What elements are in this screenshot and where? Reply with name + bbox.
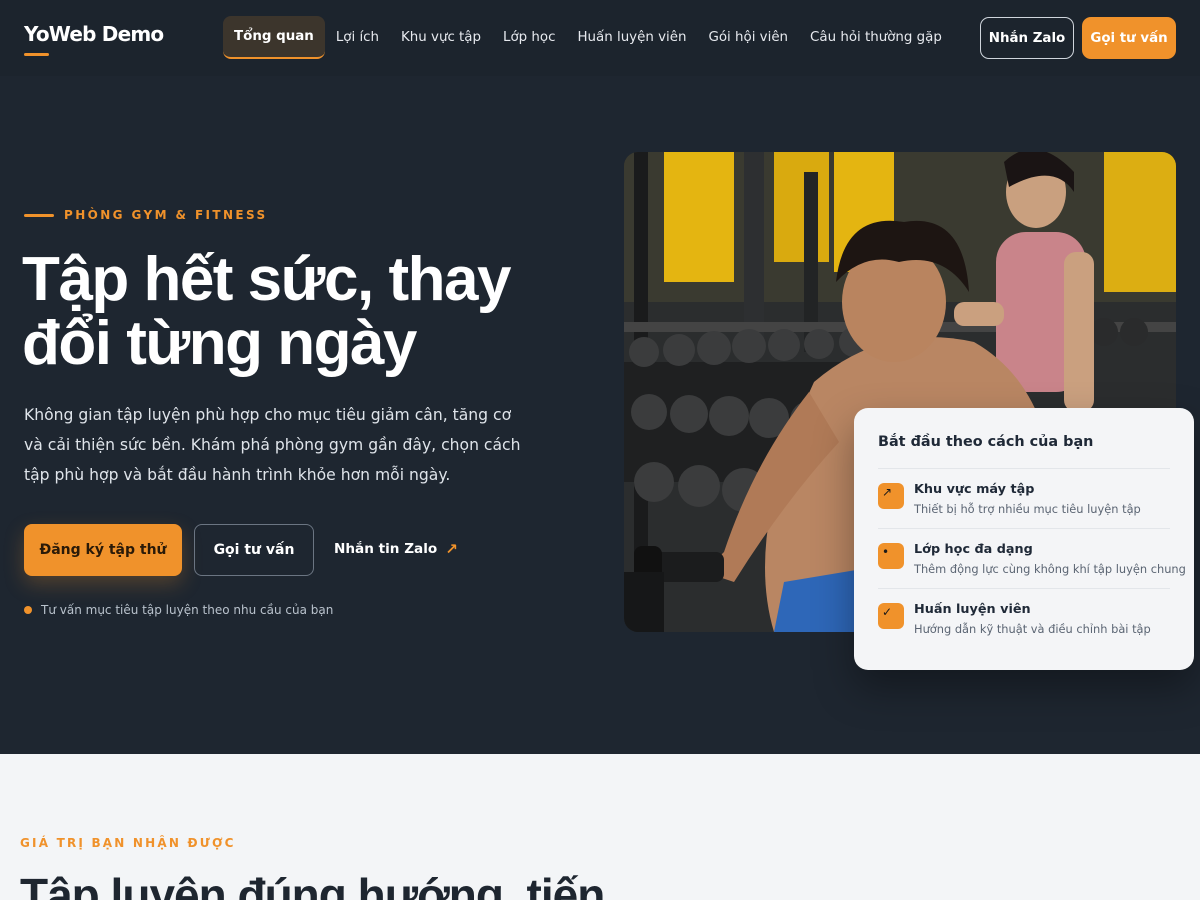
eyebrow-line [24, 213, 54, 217]
hero-eyebrow: PHÒNG GYM & FITNESS [24, 208, 268, 222]
hero-title: Tập hết sức, thay đổi từng ngày [22, 245, 511, 378]
benefits-eyebrow: GIÁ TRỊ BẠN NHẬN ĐƯỢC [20, 836, 236, 850]
hero-note: Tư vấn mục tiêu tập luyện theo nhu cầu c… [24, 603, 333, 617]
nav-link-faq[interactable]: Câu hỏi thường gặp [799, 16, 953, 59]
card-item-trainers[interactable]: ✓ Huấn luyện viên Hướng dẫn kỹ thuật và … [878, 588, 1170, 648]
zalo-chat-link[interactable]: Nhắn tin Zalo ↗ [334, 540, 458, 558]
nav-link-membership[interactable]: Gói hội viên [697, 16, 799, 59]
benefits-title: Tập luyện đúng hướng, tiến [20, 869, 605, 900]
check-icon: ✓ [878, 603, 904, 629]
card-item-title: Huấn luyện viên [914, 602, 1031, 617]
card-title: Bắt đầu theo cách của bạn [878, 434, 1094, 450]
card-item-equipment[interactable]: ↗ Khu vực máy tập Thiết bị hỗ trợ nhiều … [878, 468, 1170, 528]
nav-link-benefits[interactable]: Lợi ích [325, 16, 390, 59]
card-item-classes[interactable]: • Lớp học đa dạng Thêm động lực cùng khô… [878, 528, 1186, 588]
call-consult-hero-button[interactable]: Gọi tư vấn [194, 524, 314, 576]
zalo-message-button[interactable]: Nhắn Zalo [980, 17, 1074, 59]
arrow-up-right-icon: ↗ [878, 483, 904, 509]
hero-section: PHÒNG GYM & FITNESS Tập hết sức, thay đổ… [0, 76, 1200, 754]
top-navbar: YoWeb Demo Tổng quan Lợi ích Khu vực tập… [0, 0, 1200, 76]
nav-links: Tổng quan Lợi ích Khu vực tập Lớp học Hu… [223, 16, 953, 59]
nav-link-classes[interactable]: Lớp học [492, 16, 566, 59]
card-item-desc: Hướng dẫn kỹ thuật và điều chỉnh bài tập [914, 622, 1151, 636]
hero-note-text: Tư vấn mục tiêu tập luyện theo nhu cầu c… [41, 603, 334, 617]
register-trial-button[interactable]: Đăng ký tập thử [24, 524, 182, 576]
arrow-up-right-icon: ↗ [445, 540, 458, 558]
card-item-title: Khu vực máy tập [914, 482, 1035, 497]
nav-link-training-areas[interactable]: Khu vực tập [390, 16, 492, 59]
logo[interactable]: YoWeb Demo [24, 22, 164, 46]
nav-link-overview[interactable]: Tổng quan [223, 16, 325, 59]
hero-description: Không gian tập luyện phù hợp cho mục tiê… [24, 406, 521, 484]
logo-underline [24, 53, 49, 56]
nav-link-trainers[interactable]: Huấn luyện viên [566, 16, 697, 59]
start-options-card: Bắt đầu theo cách của bạn ↗ Khu vực máy … [854, 408, 1194, 670]
dot-icon [24, 606, 32, 614]
card-item-title: Lớp học đa dạng [914, 542, 1033, 557]
dot-icon: • [878, 543, 904, 569]
card-item-desc: Thêm động lực cùng không khí tập luyện c… [914, 562, 1186, 576]
benefits-section: GIÁ TRỊ BẠN NHẬN ĐƯỢC Tập luyện đúng hướ… [0, 754, 1200, 900]
eyebrow-text: PHÒNG GYM & FITNESS [64, 208, 268, 222]
zalo-chat-link-label: Nhắn tin Zalo [334, 541, 438, 557]
call-consult-button[interactable]: Gọi tư vấn [1082, 17, 1176, 59]
card-item-desc: Thiết bị hỗ trợ nhiều mục tiêu luyện tập [914, 502, 1141, 516]
